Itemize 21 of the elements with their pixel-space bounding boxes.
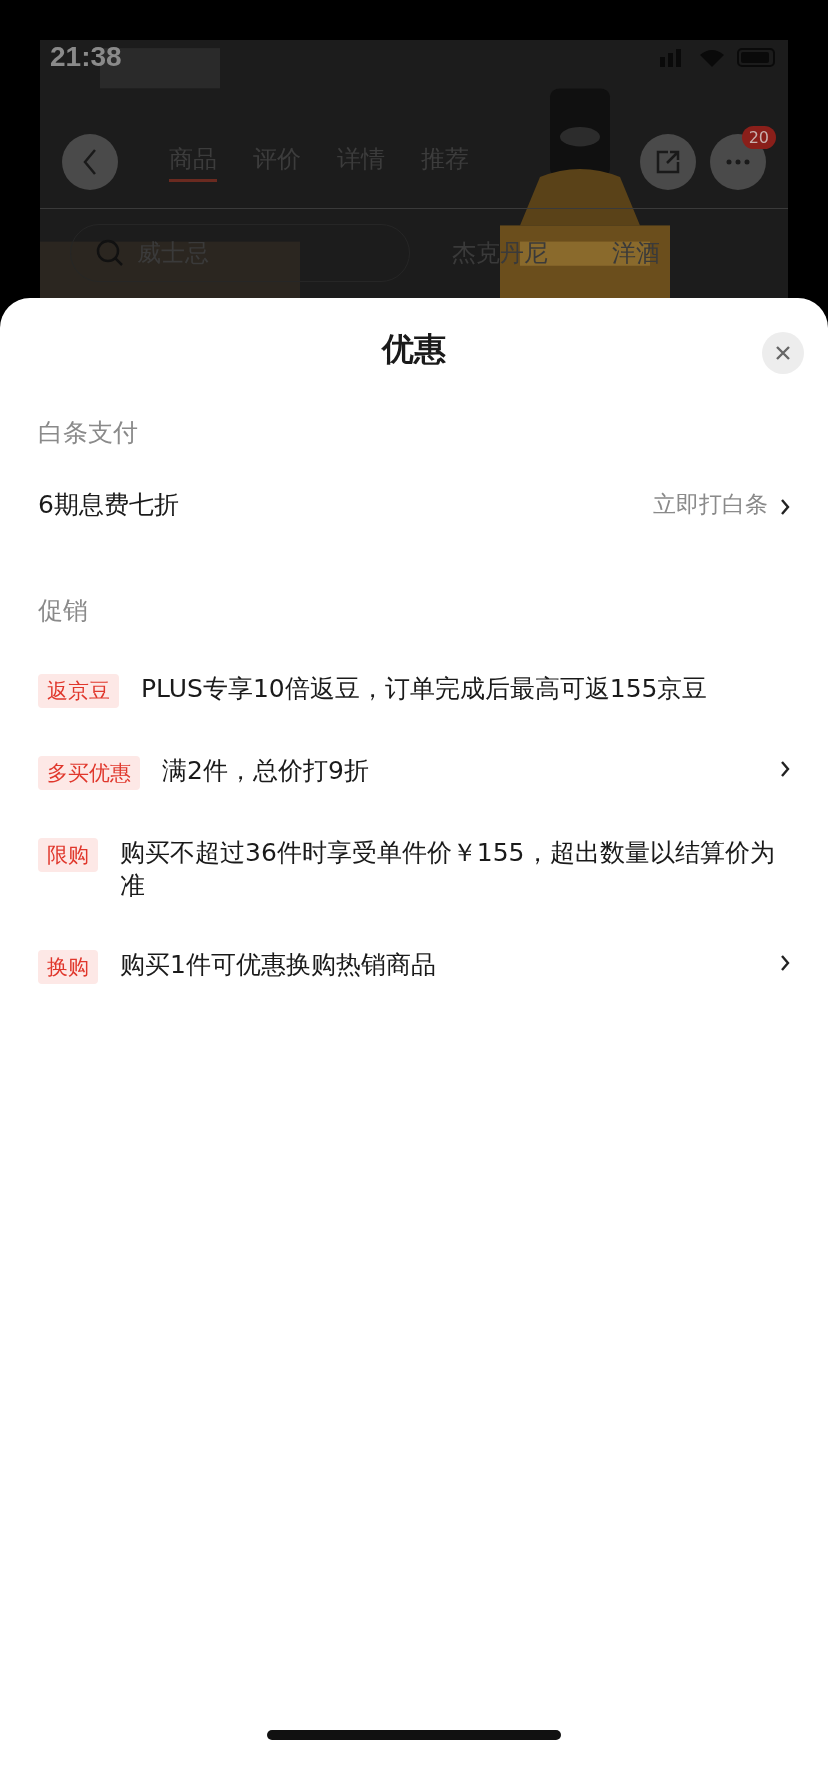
offer-text: 6期息费七折 [38, 488, 179, 521]
close-button[interactable] [762, 332, 804, 374]
more-icon [726, 159, 750, 165]
search-icon [95, 238, 125, 268]
promo-text: 满2件，总价打9折 [162, 755, 370, 787]
share-icon [654, 148, 682, 176]
status-time: 21:38 [50, 41, 122, 73]
close-icon [775, 345, 791, 361]
promo-tag: 换购 [38, 950, 98, 984]
search-chip[interactable]: 洋酒 [590, 223, 682, 283]
promo-tag: 多买优惠 [38, 756, 140, 790]
back-icon [82, 148, 98, 176]
promo-tag: 返京豆 [38, 674, 119, 708]
promo-text: PLUS专享10倍返豆，订单完成后最高可返155京豆 [141, 673, 709, 705]
promo-text: 购买不超过36件时享受单件价￥155，超出数量以结算价为准 [120, 837, 776, 902]
sheet-title: 优惠 [382, 329, 446, 370]
section-heading: 白条支付 [38, 417, 139, 449]
section-heading: 促销 [38, 595, 89, 627]
promo-text: 购买1件可优惠换购热销商品 [120, 949, 437, 981]
promo-tag: 限购 [38, 838, 98, 872]
action-link[interactable]: 立即打白条 [653, 488, 790, 520]
